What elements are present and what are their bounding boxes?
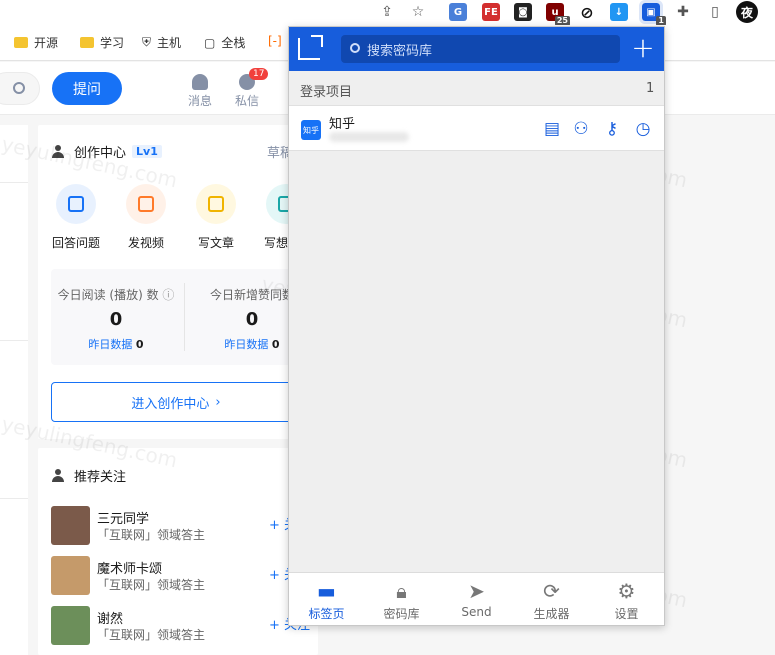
user-desc: 「互联网」领域答主 (97, 578, 206, 592)
send-icon: ➤ (468, 579, 485, 603)
bookmark-kaiyuan[interactable]: 开源 (14, 34, 58, 51)
copy-password-icon[interactable]: ⚷ (601, 118, 623, 140)
ublock-ext-icon[interactable]: u 25 (546, 3, 570, 26)
avatar[interactable] (51, 506, 90, 545)
block-ext-icon[interactable]: ⊘ (578, 3, 596, 22)
clock-icon[interactable]: ◷ (632, 118, 654, 140)
search-input[interactable] (0, 72, 40, 105)
puzzle-icon[interactable]: ✚ (673, 2, 693, 22)
chevron-right-icon: › (215, 394, 221, 410)
section-label: 登录项目 (300, 85, 353, 100)
tab-settings[interactable]: ⚙ 设置 (589, 573, 664, 626)
person-icon (52, 145, 64, 158)
download-ext-icon[interactable]: ↓ (610, 3, 628, 21)
robot-ext-icon[interactable]: ◙ (514, 3, 532, 21)
folder-icon (80, 37, 94, 48)
gear-icon: ⚙ (617, 579, 636, 603)
popout-icon[interactable] (298, 35, 323, 60)
folder-icon: ▬ (317, 579, 336, 603)
add-person-icon (52, 469, 64, 482)
sidebar-icon[interactable]: ▯ (705, 2, 725, 22)
section-count: 1 (646, 81, 655, 96)
post-video-button[interactable]: 发视频 (116, 184, 176, 251)
search-icon (350, 43, 360, 53)
tab-tabs[interactable]: ▬ 标签页 (289, 573, 364, 626)
tab-vault[interactable]: 🔒︎ 密码库 (364, 573, 439, 626)
bookmark-zhuji[interactable]: ⛨ 主机 (142, 34, 181, 51)
folder-icon (14, 37, 28, 48)
user-desc: 「互联网」领域答主 (97, 628, 206, 642)
bookmark-quanzhan[interactable]: ▢ 全栈 (204, 34, 245, 51)
tab-generator[interactable]: ⟳ 生成器 (514, 573, 589, 626)
list-item: 谢然 「互联网」领域答主 + 关注 (51, 606, 311, 646)
info-icon[interactable]: ⓘ (162, 288, 174, 302)
stat-reads: 今日阅读 (播放) 数 ⓘ 0 昨日数据 0 (51, 286, 181, 352)
browser-toolbar: ⇪ ☆ G FE ◙ u 25 ⊘ ↓ ▣ 1 ✚ ▯ 夜 (0, 0, 775, 26)
yesterday-data-link[interactable]: 昨日数据 0 (51, 336, 181, 352)
square-icon: ▢ (204, 35, 216, 50)
recommend-follow-title: 推荐关注 (52, 466, 126, 485)
write-idea-button[interactable]: 写想 (256, 184, 288, 251)
site-logo: 知乎 (301, 120, 321, 140)
user-desc: 「互联网」领域答主 (97, 528, 206, 542)
enter-creator-center-button[interactable]: 进入创作中心 › (51, 382, 301, 422)
copy-username-icon[interactable]: ⚇ (570, 118, 592, 140)
share-icon[interactable]: ⇪ (377, 2, 397, 22)
item-name: 知乎 (329, 117, 356, 132)
user-name[interactable]: 三元同学 (97, 508, 149, 527)
lock-icon: 🔒︎ (396, 579, 407, 603)
creator-center-title: 创作中心 Lv1 (52, 142, 162, 161)
user-name[interactable]: 魔术师卡颂 (97, 558, 162, 577)
list-item: 魔术师卡颂 「互联网」领域答主 + 关注 (51, 556, 311, 596)
bitwarden-ext-icon[interactable]: ▣ 1 (639, 0, 666, 26)
user-name[interactable]: 谢然 (97, 608, 123, 627)
link-icon: [-] (268, 34, 282, 48)
video-icon (126, 184, 166, 224)
vault-item-zhihu[interactable]: 知乎 知乎 ▤ ⚇ ⚷ ◷ (289, 105, 664, 151)
bookmark-link[interactable]: [-] (268, 34, 282, 48)
messages-nav[interactable]: 消息 (182, 74, 218, 109)
add-item-button[interactable]: + (629, 34, 657, 63)
tab-send[interactable]: ➤ Send (439, 573, 514, 626)
write-article-button[interactable]: 写文章 (186, 184, 246, 251)
feed-column (0, 125, 28, 655)
answer-icon (56, 184, 96, 224)
pencil-icon (196, 184, 236, 224)
fe-ext-icon[interactable]: FE (482, 3, 500, 21)
vault-popup: 搜索密码库 + 登录项目 1 知乎 知乎 ▤ ⚇ ⚷ ◷ ▬ 标签页 🔒︎ 密码… (288, 26, 665, 626)
item-username-blurred (329, 132, 409, 142)
vault-bottom-nav: ▬ 标签页 🔒︎ 密码库 ➤ Send ⟳ 生成器 ⚙ 设置 (289, 572, 664, 625)
bell-icon (192, 74, 208, 90)
unread-badge: 17 (249, 68, 269, 80)
private-messages-nav[interactable]: 17 私信 (229, 68, 269, 109)
bookmark-xuexi[interactable]: 学习 (80, 34, 124, 51)
translate-ext-icon[interactable]: G (449, 3, 467, 21)
answer-question-button[interactable]: 回答问题 (46, 184, 106, 251)
profile-avatar[interactable]: 夜 (736, 1, 758, 23)
ask-button[interactable]: 提问 (52, 72, 122, 105)
avatar[interactable] (51, 556, 90, 595)
idea-icon (266, 184, 288, 224)
search-icon (13, 82, 25, 94)
star-icon[interactable]: ☆ (408, 2, 428, 22)
list-item: 三元同学 「互联网」领域答主 + 关注 (51, 506, 311, 546)
level-badge: Lv1 (132, 145, 162, 158)
stats-panel: 今日阅读 (播放) 数 ⓘ 0 昨日数据 0 今日新增赞同数 0 昨日数据 0 (51, 269, 311, 365)
shield-icon: ⛨ (142, 35, 152, 49)
divider (184, 283, 185, 351)
refresh-icon: ⟳ (543, 579, 560, 603)
vault-header: 搜索密码库 + (289, 27, 664, 71)
avatar[interactable] (51, 606, 90, 645)
autofill-icon[interactable]: ▤ (541, 118, 563, 140)
vault-search-input[interactable]: 搜索密码库 (341, 35, 620, 63)
